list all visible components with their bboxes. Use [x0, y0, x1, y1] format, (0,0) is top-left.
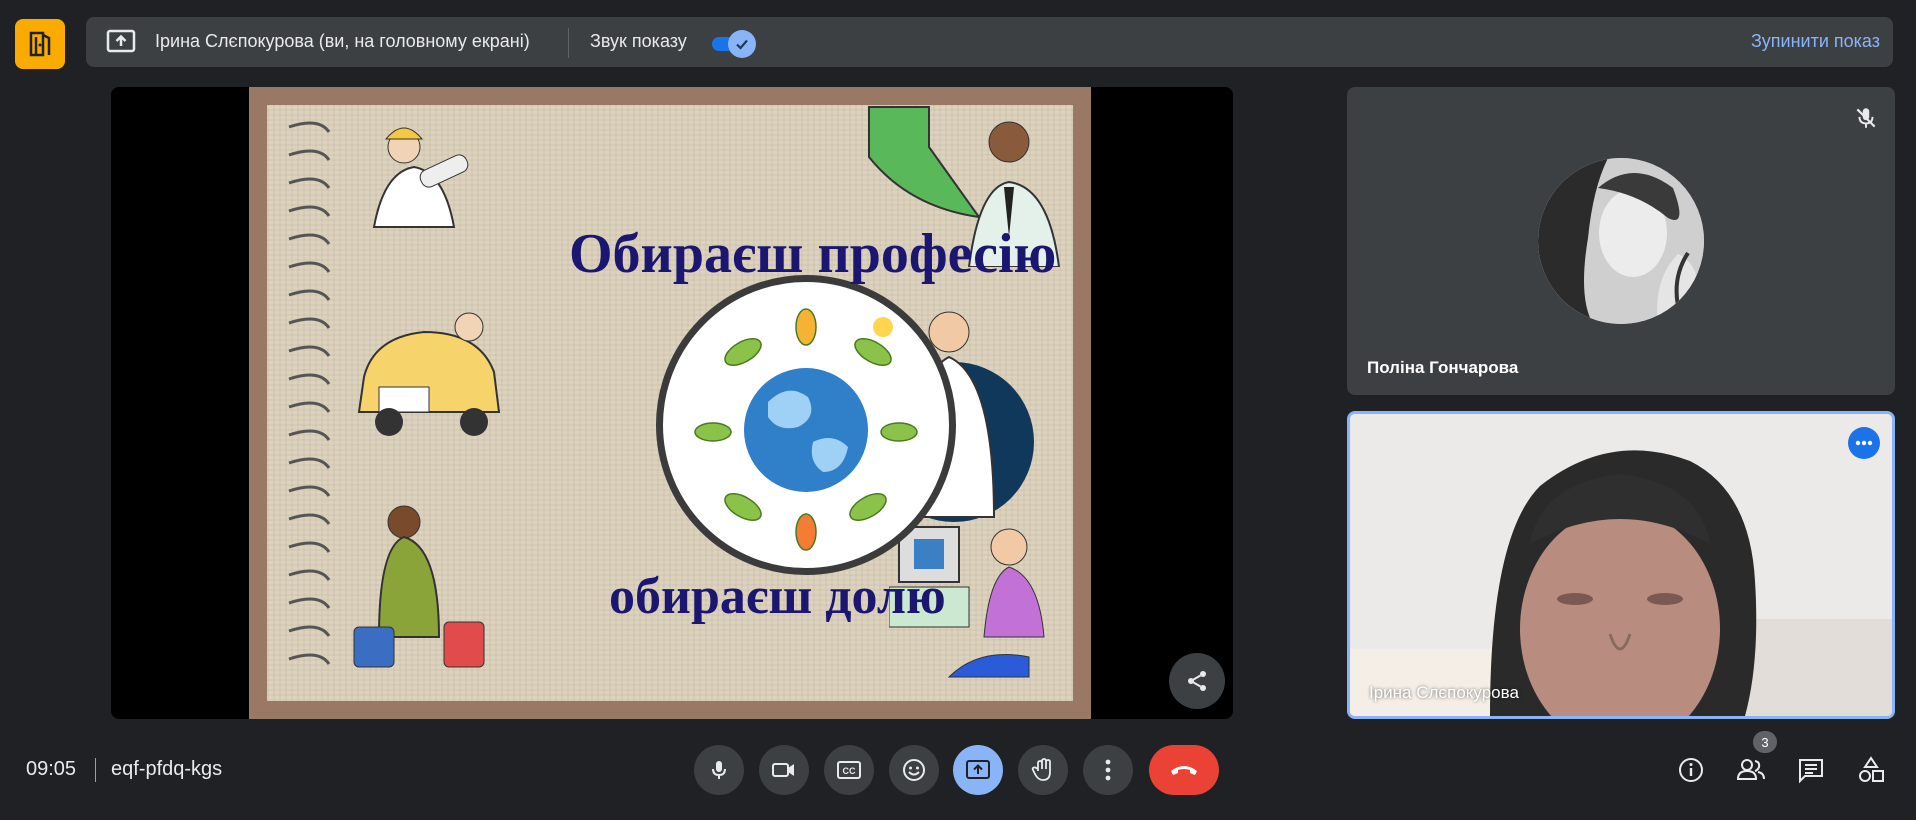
presentation-sound-label: Звук показу [590, 31, 687, 51]
slide-title: Обираєш професію [569, 223, 1057, 285]
meet-logo-icon[interactable] [15, 19, 65, 69]
leave-call-button[interactable] [1149, 745, 1219, 795]
hand-icon [1031, 758, 1051, 781]
hang-up-icon [1171, 766, 1197, 775]
slide: Обираєш професію обираєш долю [249, 87, 1091, 719]
camera-icon [772, 763, 794, 777]
reactions-button[interactable] [889, 745, 939, 795]
meeting-time: 09:05 [26, 758, 77, 780]
participant-video [1350, 414, 1892, 716]
captions-icon: CC [837, 761, 861, 779]
participant-name: Поліна Гончарова [1367, 358, 1519, 377]
participants-button[interactable] [1733, 752, 1769, 788]
info-icon [1679, 758, 1703, 782]
shared-screen: Обираєш професію обираєш долю [111, 87, 1233, 719]
emoji-icon [903, 759, 925, 781]
raise-hand-button[interactable] [1018, 745, 1068, 795]
more-options-icon[interactable] [1848, 427, 1880, 459]
meeting-code: eqf-pfdq-kgs [111, 758, 223, 780]
taxi-driver-clipart [357, 312, 501, 436]
divider [568, 28, 569, 58]
avatar [1538, 158, 1704, 324]
svg-text:CC: CC [843, 766, 856, 776]
mic-icon [712, 761, 726, 779]
captions-button[interactable]: CC [824, 745, 874, 795]
stop-presenting-button[interactable]: Зупинити показ [1751, 31, 1880, 52]
architect-clipart [372, 127, 469, 228]
people-icon [1736, 759, 1765, 780]
camera-button[interactable] [759, 745, 809, 795]
mic-off-icon [1853, 105, 1879, 131]
more-vert-icon [1105, 759, 1111, 781]
slide-subtitle: обираєш долю [609, 568, 946, 625]
shapes-icon [1859, 756, 1884, 782]
present-screen-icon [106, 28, 136, 56]
participant-count-badge: 3 [1753, 731, 1777, 753]
travelers-clipart [353, 505, 485, 668]
share-button[interactable] [1169, 653, 1225, 709]
activities-button[interactable] [1853, 752, 1889, 788]
divider [95, 758, 96, 782]
presentation-sound-toggle[interactable] [712, 29, 756, 58]
presenter-label: Ірина Слєпокурова (ви, на головному екра… [155, 31, 530, 51]
chat-icon [1799, 759, 1823, 784]
microphone-button[interactable] [694, 745, 744, 795]
chat-button[interactable] [1793, 752, 1829, 788]
present-screen-icon [966, 760, 990, 779]
present-now-button[interactable] [953, 745, 1003, 795]
share-icon [1188, 671, 1206, 691]
globe-emblem [656, 275, 956, 575]
participant-name: Ірина Слєпокурова [1369, 683, 1519, 702]
notebook-spiral [288, 121, 331, 665]
check-icon [728, 30, 756, 58]
meeting-details-button[interactable] [1673, 752, 1709, 788]
participant-tile-active[interactable] [1347, 411, 1895, 719]
more-options-button[interactable] [1083, 745, 1133, 795]
